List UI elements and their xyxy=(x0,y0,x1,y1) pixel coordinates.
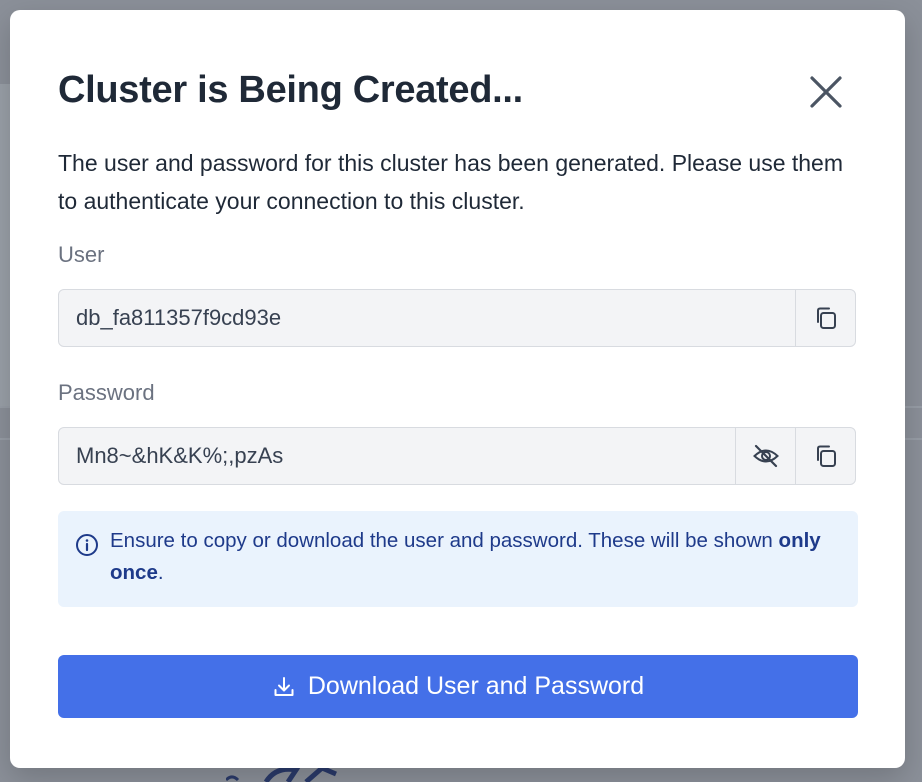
info-text: Ensure to copy or download the user and … xyxy=(110,525,845,589)
password-label: Password xyxy=(58,380,155,405)
toggle-password-visibility-button[interactable] xyxy=(735,428,795,484)
copy-icon xyxy=(816,307,836,329)
modal-title: Cluster is Being Created... xyxy=(58,69,523,111)
password-field xyxy=(58,427,856,485)
close-button[interactable] xyxy=(802,68,850,116)
info-notice: Ensure to copy or download the user and … xyxy=(58,511,858,607)
user-field xyxy=(58,289,856,347)
download-icon xyxy=(274,676,294,696)
user-label: User xyxy=(58,242,105,267)
info-text-end: . xyxy=(157,561,164,584)
password-input[interactable] xyxy=(59,428,735,484)
credentials-modal: Cluster is Being Created... The user and… xyxy=(10,10,905,768)
modal-description: The user and password for this cluster h… xyxy=(58,150,844,214)
copy-icon xyxy=(816,445,836,467)
close-icon xyxy=(810,76,842,108)
copy-user-button[interactable] xyxy=(795,290,855,346)
info-icon xyxy=(76,534,98,556)
download-credentials-button[interactable]: Download User and Password xyxy=(58,655,858,718)
user-input[interactable] xyxy=(59,290,795,346)
download-button-label: Download User and Password xyxy=(307,672,645,700)
copy-password-button[interactable] xyxy=(795,428,855,484)
info-text-main: Ensure to copy or download the user and … xyxy=(110,529,779,552)
eye-off-icon xyxy=(752,444,779,468)
